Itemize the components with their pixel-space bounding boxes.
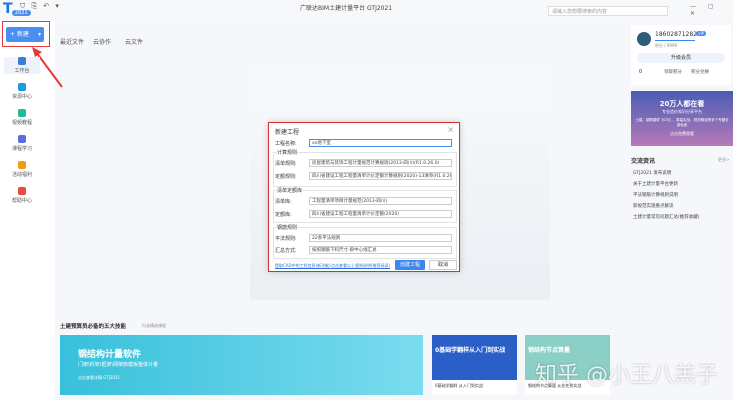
avatar[interactable]: [637, 32, 651, 46]
grid-icon: [18, 57, 26, 65]
tv-icon: [18, 135, 26, 143]
ad-sub: 专业造价知识分享平台: [662, 109, 702, 114]
watermark: 知乎 @小王八羔子: [535, 363, 718, 388]
bill-lib-label: 清单库:: [275, 199, 292, 205]
layers-icon: [18, 83, 26, 91]
user-points: 积分 / 9999: [655, 43, 678, 48]
extract-cad-link[interactable]: 提取CAD中的工程信息(新功能): [275, 263, 331, 269]
news-title: 交流资讯: [631, 158, 656, 165]
sidebar-item-label: 工作台: [14, 68, 30, 74]
summary-select[interactable]: 按照钢筋下料尺寸-即中心线汇总: [309, 246, 452, 254]
news-item[interactable]: 新规范实施重点解读: [633, 203, 674, 209]
card-title: 0基础学翻样从入门到实战: [432, 335, 517, 380]
star-icon: [18, 109, 26, 117]
section-title: 土建预算员必备的五大技能: [60, 324, 127, 330]
quota-rule-select[interactable]: 四川省建设工程工程量清单计价定额计算规则(2020)-13清单(R1.0.26.…: [309, 172, 452, 180]
rules-group-label: 计算规则: [277, 149, 298, 156]
news-item[interactable]: 土建计量常见问题汇总(推荐收藏): [633, 214, 700, 220]
sidebar-item-label: 视频教程: [11, 120, 32, 126]
vip-badge: VIP: [696, 31, 707, 36]
sidebar-item[interactable]: 资源中心: [4, 83, 40, 100]
window-title: 广联达BIM土建计量平台 GTJ2021: [300, 5, 393, 12]
coin-count: 0: [639, 69, 643, 75]
sidebar-item[interactable]: 视频教程: [4, 109, 40, 126]
ad-title: 20万人都在看: [659, 100, 705, 108]
right-panel: 18602871282 VIP 积分 / 9999 升级会员 0 领取积分 积分…: [628, 25, 733, 325]
card-caption: 0基础学翻样 从入门到实战: [435, 383, 483, 388]
sidebar-item-label: 课程学习: [11, 146, 32, 152]
redeem-points-link[interactable]: 积分兑换: [691, 69, 709, 75]
banner-note: 点击查看详情 GTJ2021: [78, 375, 121, 380]
sidebar-item[interactable]: 课程学习: [4, 135, 40, 152]
project-name-label: 工程名称:: [275, 141, 297, 147]
quota-rule-label: 定额规则:: [275, 174, 297, 180]
summary-label: 汇总方式:: [275, 248, 297, 254]
library-group-label: 清单定额库: [277, 187, 303, 194]
bell-icon: [18, 187, 26, 195]
sidebar-item-label: 活动福利: [11, 172, 32, 178]
ad-banner[interactable]: 20万人都在看 专业造价知识分享平台 土建、钢筋翻样【GTJ】、算量实战、规范解…: [631, 91, 733, 146]
title-bar: T 2021 ⛉ ⎘ ↶ ▾ 广联达BIM土建计量平台 GTJ2021 请输入您…: [0, 0, 733, 20]
tab-cloud-collab[interactable]: 云协作: [93, 37, 111, 46]
ad-body: 土建、钢筋翻样【GTJ】、算量实战、规范解读等多个专题全部免费: [635, 118, 729, 127]
rules-group: [273, 152, 457, 187]
rebar-group-label: 钢筋规则: [277, 224, 298, 231]
library-group: [273, 190, 457, 223]
rules-help-link[interactable]: 点击查看以上规则说明(推荐阅读): [331, 263, 390, 269]
sidebar-item-label: 帮助中心: [11, 198, 32, 204]
bill-rule-select[interactable]: 房屋建筑与装饰工程计量规范计算规则(2013-四川)(R1.0.26.0): [309, 159, 452, 167]
sidebar-item-label: 资源中心: [11, 94, 32, 100]
search-input[interactable]: 请输入您想要搜索的内容: [548, 6, 668, 16]
quota-lib-select[interactable]: 四川省建设工程工程量清单计价定额(2020): [309, 210, 452, 218]
news-item[interactable]: GTJ2021 发布说明: [633, 170, 671, 176]
user-card: 18602871282 VIP 积分 / 9999 升级会员 0 领取积分 积分…: [631, 25, 731, 85]
window-controls[interactable]: — ▢ ✕: [690, 3, 733, 17]
flat-rule-select[interactable]: 22系平法规则: [309, 234, 452, 242]
close-icon[interactable]: ×: [447, 125, 454, 134]
cancel-button[interactable]: 取消: [429, 260, 457, 270]
tab-cloud-files[interactable]: 云文件: [125, 37, 143, 46]
app-logo: T: [3, 1, 13, 17]
quota-lib-label: 定额库:: [275, 212, 292, 218]
course-banner[interactable]: 钢结构计量软件 门架\桁架\框架\网架族模板整体计量 点击查看详情 GTJ202…: [60, 335, 423, 395]
tab-recent[interactable]: 最近文件: [60, 37, 84, 46]
dialog-title: 新建工程: [275, 129, 300, 136]
news-item[interactable]: 关于土建计量平台更新: [633, 181, 678, 187]
create-project-button[interactable]: 创建工程: [395, 260, 425, 270]
sidebar-item[interactable]: 活动福利: [4, 161, 40, 178]
upgrade-button[interactable]: 升级会员: [637, 53, 725, 63]
sidebar-item[interactable]: 工作台: [4, 57, 40, 74]
course-card[interactable]: 0基础学翻样从入门到实战 0基础学翻样 从入门到实战: [432, 335, 517, 395]
earn-points-link[interactable]: 领取积分: [664, 69, 682, 75]
user-phone: 18602871282: [655, 31, 697, 38]
flat-rule-label: 平法规则:: [275, 236, 297, 242]
bill-lib-select[interactable]: 工程量清单项目计量规范(2013-四川): [309, 197, 452, 205]
banner-title: 钢结构计量软件: [78, 350, 142, 360]
level-progress: [655, 40, 695, 41]
project-name-input[interactable]: xx地下室: [309, 139, 452, 147]
rebar-group: [273, 227, 457, 259]
news-more-link[interactable]: 更多>: [718, 157, 729, 163]
banner-subtitle: 门架\桁架\框架\网架族模板整体计量: [78, 362, 159, 368]
quick-access-toolbar[interactable]: ⛉ ⎘ ↶ ▾: [20, 2, 61, 11]
new-project-dialog: 新建工程 × 工程名称: xx地下室 计算规则 清单规则: 房屋建筑与装饰工程计…: [268, 122, 460, 272]
ad-button[interactable]: 点击免费观看: [631, 131, 733, 137]
bill-rule-label: 清单规则:: [275, 161, 297, 167]
sidebar-item[interactable]: 帮助中心: [4, 187, 40, 204]
news-item[interactable]: 平法钢筋计算规则说明: [633, 192, 678, 198]
gift-icon: [18, 161, 26, 169]
section-subtitle: 行业精选课程: [142, 323, 166, 328]
